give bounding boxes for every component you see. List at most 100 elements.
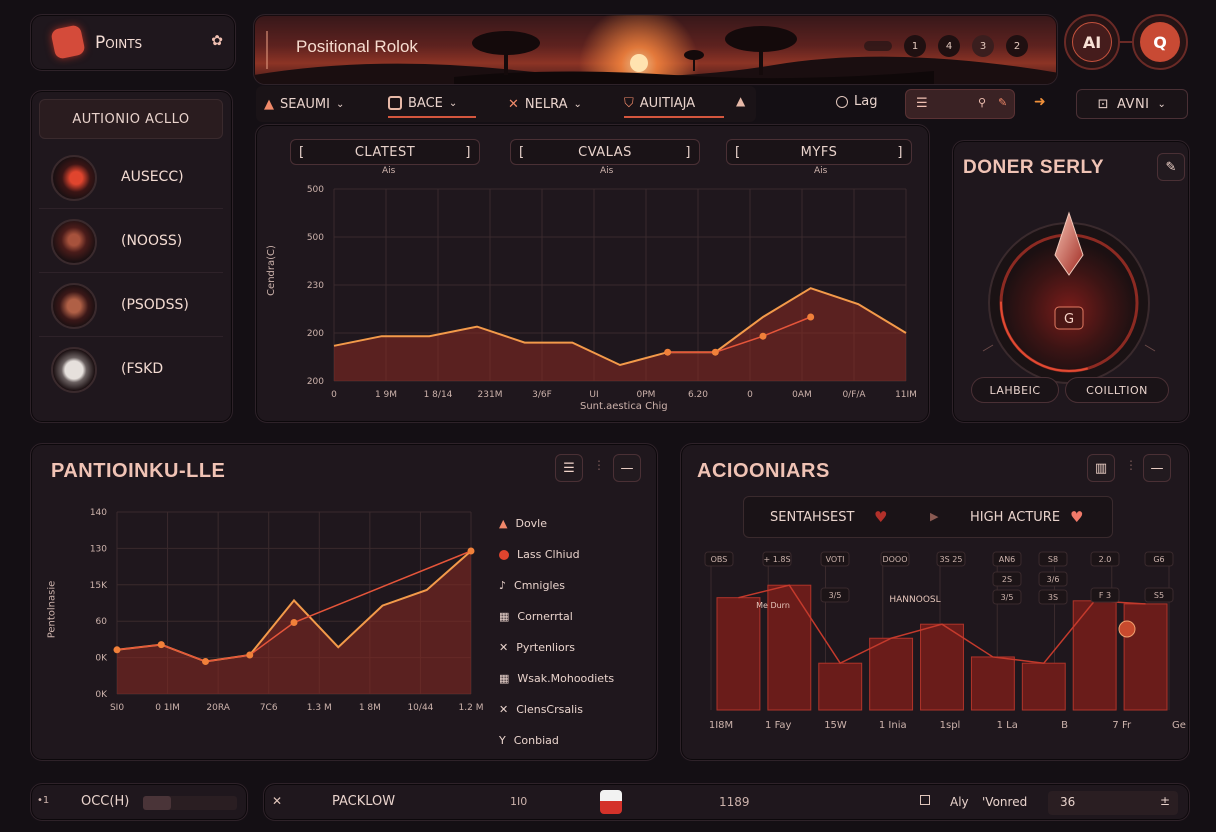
banner-title: Positional Rolok bbox=[296, 37, 418, 56]
data-point bbox=[711, 348, 719, 356]
lahbeic-button[interactable]: LAHBEIC bbox=[971, 377, 1059, 403]
settings-icon[interactable]: ✿ bbox=[211, 33, 223, 49]
badge-label: G6 bbox=[1153, 555, 1164, 564]
chevron-down-icon: ⌄ bbox=[1157, 98, 1167, 110]
legend-item[interactable]: ✕ ClensCrsalis bbox=[499, 694, 649, 725]
tab-bar: ▲ SEAUMI ⌄ BACE ⌄ ✕ NELRA ⌄ ⛉ AUITIAJA ▲ bbox=[256, 86, 756, 122]
legend-item[interactable]: ♪ Cmnigles bbox=[499, 570, 649, 601]
filter-input[interactable]: ☰ ⚲ ✎ bbox=[905, 89, 1015, 119]
points-logo-icon bbox=[50, 24, 86, 60]
sidebar-title-label: AUTIONIO ACLLO bbox=[72, 111, 190, 127]
square-icon[interactable] bbox=[920, 795, 930, 805]
y-tick-label: 15K bbox=[90, 581, 108, 591]
main-chart-xlabel: Sunt.aestica Chig bbox=[580, 401, 668, 412]
x-icon: ✕ bbox=[499, 703, 509, 716]
sidebar-item-3[interactable]: (PSODSS) bbox=[39, 277, 223, 337]
page-3-button[interactable]: 3 bbox=[972, 35, 994, 57]
y-icon: Y bbox=[499, 734, 506, 747]
status-progress[interactable] bbox=[143, 796, 237, 810]
badge-label: S8 bbox=[1048, 555, 1058, 564]
ai-button[interactable]: AI bbox=[1064, 14, 1120, 70]
left-bottom-panel: PANTIOINKU-LLE ☰ ⋮ — SI0 0 1IM 20RA 7C6 1.3 … bbox=[30, 443, 658, 761]
minimize-button[interactable]: — bbox=[613, 454, 641, 482]
bar bbox=[1072, 600, 1117, 711]
track-number: 1I0 bbox=[510, 795, 528, 808]
status-main: ✕ PACKLOW 1I0 1189 Aly 'Vonred 36 ± bbox=[263, 783, 1190, 821]
x-tick-label: 1.3 M bbox=[307, 703, 332, 713]
tab-bace-label: BACE bbox=[408, 95, 443, 111]
user-icon: ▲ bbox=[264, 96, 274, 112]
monitor-label: 'Vonred bbox=[982, 795, 1028, 809]
status-progress-fill bbox=[143, 796, 171, 810]
tab-auitiaja[interactable]: ⛉ AUITIAJA bbox=[624, 90, 724, 118]
legend-label: Lass Clhiud bbox=[517, 548, 580, 561]
note-icon: ♪ bbox=[499, 579, 507, 592]
sidebar-title[interactable]: AUTIONIO ACLLO bbox=[39, 99, 223, 139]
tab-seaumi-label: SEAUMI bbox=[280, 96, 330, 112]
tab-bace[interactable]: BACE ⌄ bbox=[388, 90, 476, 118]
log-toggle[interactable]: Lag bbox=[836, 94, 877, 109]
legend-item[interactable]: ✕ Pyrtenliors bbox=[499, 632, 649, 663]
legend-item[interactable]: ▦ Cornerrtal bbox=[499, 601, 649, 632]
more-vertical-icon[interactable]: ⋮ bbox=[593, 458, 605, 472]
list-button[interactable]: ☰ bbox=[555, 454, 583, 482]
close-icon[interactable]: ✕ bbox=[272, 794, 282, 808]
status-left-value: OCC(H) bbox=[81, 794, 130, 809]
badge-label: 3/5 bbox=[1001, 593, 1014, 602]
status-count: 1189 bbox=[719, 795, 750, 809]
x-tick-label: 0PM bbox=[637, 390, 656, 400]
sidebar-item-1[interactable]: AUSECC) bbox=[39, 149, 223, 209]
page-1-button[interactable]: 1 bbox=[904, 35, 926, 57]
highlight-marker bbox=[1118, 620, 1136, 638]
x-icon: ✕ bbox=[499, 641, 509, 654]
sidebar-item-label: (NOOSS) bbox=[121, 233, 183, 249]
right-bar-chart: 1I8M 1 Fay 15W 1 Inia 1spl 1 La B 7 Fr Ge OBS + 1.… bbox=[704, 551, 1186, 731]
banner-pagination: 1 4 3 2 bbox=[864, 35, 1028, 57]
left-area-chart: SI0 0 1IM 20RA 7C6 1.3 M 1 8M 10/44 1.2 M 140 130… bbox=[90, 508, 484, 713]
badge-label: VOTI bbox=[826, 555, 845, 564]
legend-item[interactable]: Y Conbiad bbox=[499, 725, 649, 756]
tab-nelra[interactable]: ✕ NELRA ⌄ bbox=[508, 92, 604, 116]
menu-icon: ☰ bbox=[563, 460, 575, 476]
gauge-panel: DONER SERLY ✎ G LAHBEIC COILLTION bbox=[952, 140, 1190, 423]
x-tick-label: 20RA bbox=[206, 703, 230, 713]
sidebar-item-2[interactable]: (NOOSS) bbox=[39, 213, 223, 273]
avni-button[interactable]: ⊡ AVNI ⌄ bbox=[1076, 89, 1188, 119]
gauge-panel-title: DONER SERLY bbox=[963, 157, 1104, 178]
brand-box[interactable]: Points ✿ bbox=[30, 14, 236, 71]
page-2-button[interactable]: 2 bbox=[1006, 35, 1028, 57]
legend-label: Pyrtenliors bbox=[516, 641, 576, 654]
legend-label: Cmnigles bbox=[514, 579, 565, 592]
legend-item[interactable]: Lass Clhiud bbox=[499, 539, 649, 570]
x-tick-label: 15W bbox=[824, 720, 847, 731]
data-point bbox=[467, 547, 475, 555]
badge-label: 2S bbox=[1002, 575, 1012, 584]
data-point bbox=[807, 313, 815, 321]
badge-label: F 3 bbox=[1099, 591, 1111, 600]
chevron-down-icon: ⌄ bbox=[448, 97, 458, 109]
radio-icon bbox=[836, 95, 848, 108]
banner-divider bbox=[266, 31, 268, 69]
stepper-value: 36 bbox=[1060, 795, 1076, 809]
legend-item[interactable]: ▲ Dovle bbox=[499, 508, 649, 539]
left-chart-ylabel: Pentolnasie bbox=[46, 580, 58, 639]
caret-up-icon[interactable]: ▲ bbox=[736, 94, 745, 108]
tab-seaumi[interactable]: ▲ SEAUMI ⌄ bbox=[264, 92, 368, 116]
legend-item[interactable]: ▦ Wsak.Mohoodiets bbox=[499, 663, 649, 694]
plus-minus-icon[interactable]: ± bbox=[1160, 794, 1170, 808]
chat-icon: ⊡ bbox=[1097, 96, 1109, 112]
bar bbox=[970, 656, 1015, 711]
x-tick-label: UI bbox=[589, 390, 598, 400]
sidebar-item-4[interactable]: (FSKD bbox=[39, 341, 223, 401]
search-button[interactable]: Q bbox=[1132, 14, 1188, 70]
badge-label: 2.0 bbox=[1099, 555, 1112, 564]
sidebar: AUTIONIO ACLLO AUSECC) (NOOSS) (PSODSS) … bbox=[30, 90, 233, 423]
page-dot[interactable] bbox=[864, 41, 892, 51]
coilltion-button[interactable]: COILLTION bbox=[1065, 377, 1169, 403]
edit-button[interactable]: ✎ bbox=[1157, 153, 1185, 181]
page-4-button[interactable]: 4 bbox=[938, 35, 960, 57]
x-tick-label: 0/F/A bbox=[842, 390, 866, 400]
arrow-right-icon[interactable]: ➜ bbox=[1034, 94, 1046, 110]
value-stepper[interactable]: 36 ± bbox=[1048, 791, 1178, 815]
hero-banner: Positional Rolok 1 4 3 2 bbox=[253, 14, 1058, 85]
